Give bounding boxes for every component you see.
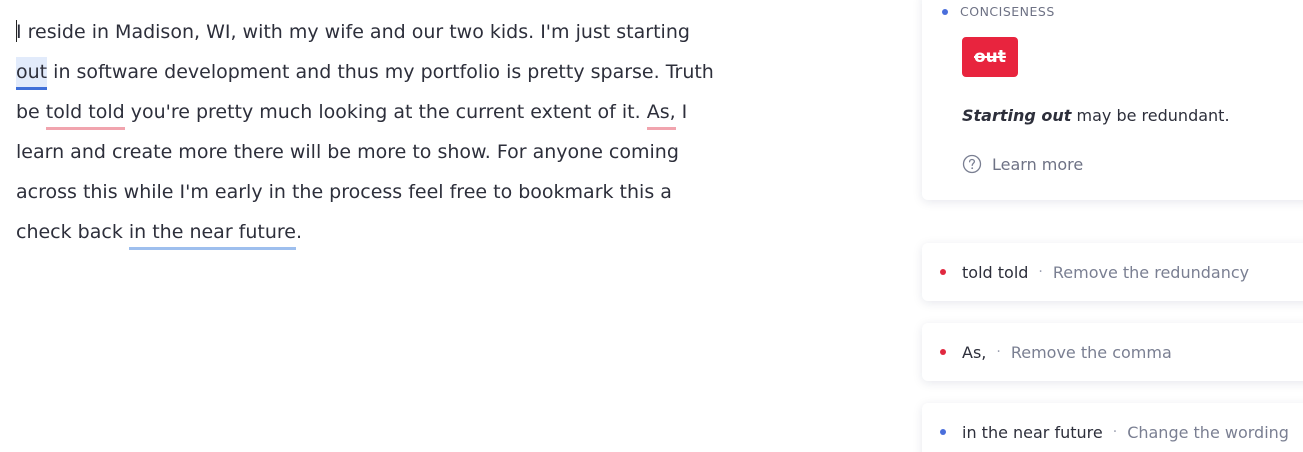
editor-text: you're pretty much looking at the curren… bbox=[124, 101, 647, 123]
text-editor[interactable]: I reside in Madison, WI, with my wife an… bbox=[16, 12, 776, 252]
explanation-phrase: Starting out bbox=[962, 106, 1072, 125]
editor-line: check back in the near future. bbox=[16, 212, 776, 252]
suggestion-item-near-future[interactable]: in the near future · Change the wording bbox=[922, 403, 1303, 452]
suggestion-title: told told bbox=[962, 262, 1029, 282]
editor-text: . bbox=[295, 221, 303, 243]
suggestion-description: Remove the redundancy bbox=[1052, 262, 1250, 282]
highlight-near-future[interactable]: in the near future bbox=[128, 217, 296, 250]
highlight-as-comma[interactable]: As, bbox=[646, 97, 676, 130]
dot-icon bbox=[940, 349, 946, 355]
suggestion-description: Change the wording bbox=[1127, 422, 1289, 442]
suggestion-title: in the near future bbox=[962, 422, 1103, 442]
highlight-told-told[interactable]: told told bbox=[45, 97, 125, 130]
suggestion-explanation: Starting out may be redundant. bbox=[962, 106, 1230, 125]
suggestion-item-told-told[interactable]: told told · Remove the redundancy bbox=[922, 243, 1303, 301]
separator: · bbox=[1038, 264, 1043, 280]
editor-line: be told told you're pretty much looking … bbox=[16, 92, 776, 132]
editor-text: I reside in Madison, WI, with my wife an… bbox=[16, 21, 690, 43]
editor-line: across this while I'm early in the proce… bbox=[16, 181, 672, 203]
suggestion-item-as-comma[interactable]: As, · Remove the comma bbox=[922, 323, 1303, 381]
category-label: CONCISENESS bbox=[960, 4, 1055, 19]
editor-line: out in software development and thus my … bbox=[16, 52, 776, 92]
apply-suggestion-button[interactable]: out bbox=[962, 37, 1018, 77]
question-circle-icon bbox=[962, 154, 982, 174]
dot-icon bbox=[942, 8, 948, 15]
suggestion-card-expanded: CONCISENESS out Starting out may be redu… bbox=[922, 0, 1303, 200]
suggestion-title: As, bbox=[962, 342, 987, 362]
editor-text: check back bbox=[16, 221, 129, 243]
explanation-text: may be redundant. bbox=[1071, 106, 1230, 125]
suggestion-description: Remove the comma bbox=[1010, 342, 1172, 362]
dot-icon bbox=[940, 269, 946, 275]
active-highlight-out[interactable]: out bbox=[16, 57, 48, 90]
editor-text: be bbox=[16, 101, 46, 123]
suggestion-category: CONCISENESS bbox=[942, 4, 1055, 19]
separator: · bbox=[1112, 424, 1118, 440]
learn-more-link[interactable]: Learn more bbox=[962, 154, 1083, 174]
writing-assistant-view: I reside in Madison, WI, with my wife an… bbox=[0, 0, 1303, 452]
learn-more-label: Learn more bbox=[992, 154, 1084, 174]
dot-icon bbox=[940, 429, 946, 435]
editor-text: in software development and thus my port… bbox=[47, 61, 714, 83]
separator: · bbox=[996, 344, 1001, 360]
editor-line: I reside in Madison, WI, with my wife an… bbox=[16, 12, 776, 52]
editor-line: learn and create more there will be more… bbox=[16, 141, 679, 163]
editor-text: I bbox=[675, 101, 688, 123]
